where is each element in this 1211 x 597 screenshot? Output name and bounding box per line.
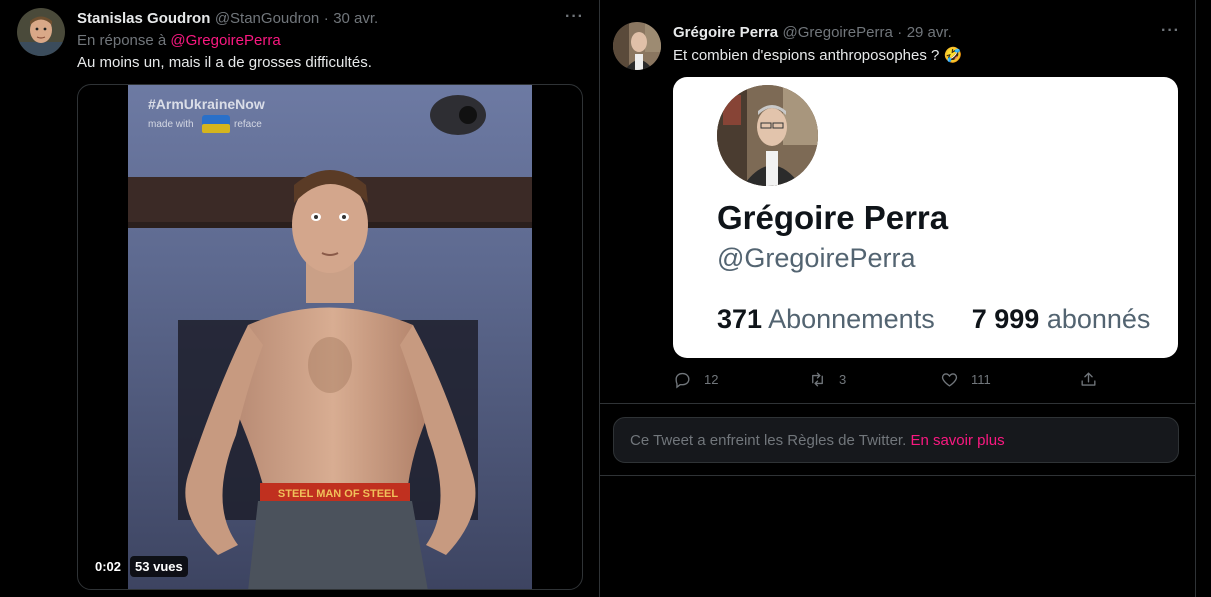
- reply-mention-link[interactable]: @GregoirePerra: [170, 32, 280, 49]
- following-count: 371: [717, 304, 763, 334]
- reply-icon: [675, 372, 690, 389]
- learn-more-link[interactable]: En savoir plus: [910, 432, 1004, 449]
- author-handle[interactable]: @GregoirePerra: [783, 24, 893, 41]
- divider: [600, 403, 1195, 404]
- tweet-actions: 12 3 111: [673, 370, 1103, 394]
- reply-prefix: En réponse à: [77, 32, 167, 49]
- card-avatar: [717, 85, 818, 186]
- video-frame[interactable]: STEEL MAN OF STEEL #ArmUkraineNow made w…: [128, 85, 532, 589]
- notice-text: Ce Tweet a enfreint les Règles de Twitte…: [630, 432, 907, 449]
- reply-count: 12: [704, 372, 719, 387]
- share-action[interactable]: [1079, 370, 1098, 389]
- video-player[interactable]: STEEL MAN OF STEEL #ArmUkraineNow made w…: [77, 84, 583, 590]
- author-avatar[interactable]: [613, 22, 661, 70]
- author-avatar[interactable]: [17, 8, 65, 56]
- overlay-brand: reface: [234, 119, 262, 130]
- card-profile-handle: @GregoirePerra: [717, 243, 916, 273]
- tweet-date[interactable]: 30 avr.: [333, 10, 378, 27]
- reply-context: En réponse à @GregoirePerra: [77, 32, 281, 49]
- card-profile-stats: 371 Abonnements 7 999 abonnés: [717, 304, 1150, 335]
- overlay-made-with: made with: [148, 119, 194, 130]
- author-handle[interactable]: @StanGoudron: [215, 10, 319, 27]
- overlay-hashtag: #ArmUkraineNow: [148, 96, 265, 112]
- tweet-date[interactable]: 29 avr.: [907, 24, 952, 41]
- separator-dot: ·: [323, 10, 329, 27]
- card-profile-name: Grégoire Perra: [717, 199, 949, 236]
- avatar-photo-icon: [717, 85, 818, 186]
- waistband-text: STEEL MAN OF STEEL: [278, 488, 398, 500]
- more-options-icon[interactable]: ···: [1161, 22, 1180, 40]
- separator-dot: ·: [897, 24, 903, 41]
- video-views: 53 vues: [130, 556, 188, 577]
- video-thumbnail-image: STEEL MAN OF STEEL #ArmUkraineNow made w…: [128, 85, 532, 589]
- profile-screenshot-card[interactable]: Grégoire Perra @GregoirePerra 371 Abonne…: [673, 77, 1178, 358]
- left-tweet[interactable]: Stanislas Goudron @StanGoudron · 30 avr.…: [0, 0, 599, 597]
- video-badges: 0:02 53 vues: [90, 556, 188, 577]
- rule-violation-notice: Ce Tweet a enfreint les Règles de Twitte…: [613, 417, 1179, 463]
- followers-label: abonnés: [1046, 304, 1151, 334]
- notice-content: Ce Tweet a enfreint les Règles de Twitte…: [630, 432, 1005, 449]
- retweet-icon: [812, 372, 823, 387]
- tweet-header: Stanislas Goudron @StanGoudron · 30 avr.: [77, 10, 378, 28]
- avatar-photo-icon: [17, 8, 65, 56]
- following-label: Abonnements: [768, 304, 935, 334]
- more-options-icon[interactable]: ···: [565, 8, 584, 26]
- retweet-action[interactable]: 3: [808, 370, 846, 389]
- tweet-header: Grégoire Perra @GregoirePerra · 29 avr.: [673, 24, 952, 42]
- reply-action[interactable]: 12: [673, 370, 718, 389]
- like-action[interactable]: 111: [940, 370, 991, 389]
- author-name[interactable]: Grégoire Perra: [673, 24, 778, 41]
- tweet-text: Et combien d'espions anthroposophes ? 🤣: [673, 47, 963, 64]
- tweet-text: Au moins un, mais il a de grosses diffic…: [77, 54, 372, 71]
- video-duration: 0:02: [90, 556, 127, 577]
- author-name[interactable]: Stanislas Goudron: [77, 10, 210, 27]
- column-divider-right: [1195, 0, 1196, 597]
- divider: [600, 475, 1195, 476]
- avatar-photo-icon: [613, 22, 661, 70]
- like-count: 111: [971, 372, 991, 387]
- right-tweet[interactable]: Grégoire Perra @GregoirePerra · 29 avr. …: [600, 0, 1195, 597]
- retweet-count: 3: [839, 372, 847, 387]
- followers-count: 7 999: [971, 304, 1040, 334]
- heart-icon: [941, 373, 958, 387]
- share-icon: [1081, 372, 1096, 386]
